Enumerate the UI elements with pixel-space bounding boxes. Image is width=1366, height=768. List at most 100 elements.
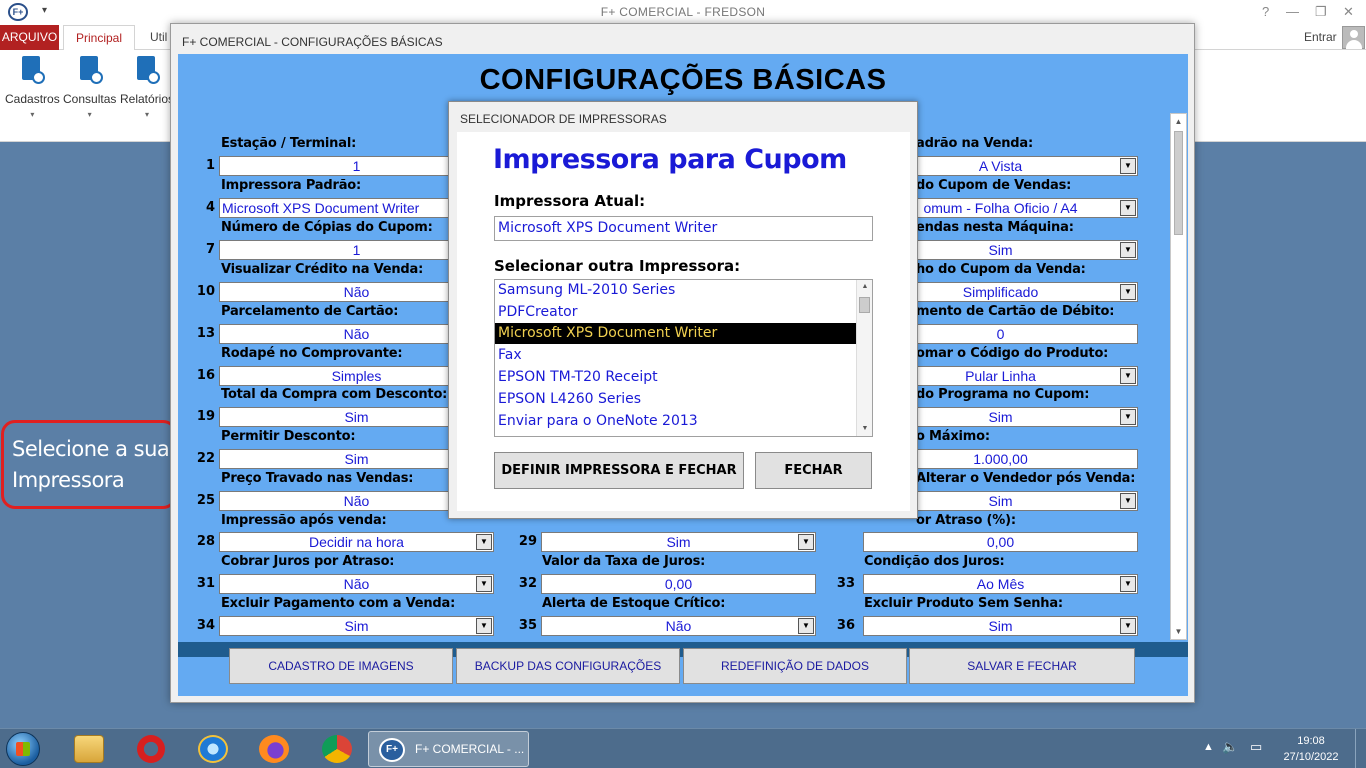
charge-interest-select[interactable]: Não ▼: [219, 574, 494, 594]
chrome-icon[interactable]: [322, 735, 352, 763]
dropdown-arrow-icon[interactable]: ▼: [1120, 158, 1136, 174]
scroll-thumb[interactable]: [1174, 131, 1183, 235]
dropdown-arrow-icon[interactable]: ▼: [1120, 368, 1136, 384]
field-label: Condição dos Juros:: [864, 554, 1005, 569]
list-item-selected[interactable]: Microsoft XPS Document Writer: [495, 323, 856, 344]
save-close-button[interactable]: SALVAR E FECHAR: [909, 648, 1135, 684]
dropdown-arrow-icon[interactable]: ▼: [476, 534, 492, 550]
scroll-up-icon[interactable]: ▲: [857, 280, 872, 294]
callout-line-1: Selecione a sua: [12, 437, 170, 461]
opera-icon[interactable]: [137, 735, 165, 763]
dropdown-arrow-icon[interactable]: ▼: [798, 534, 814, 550]
dropdown-arrow-icon[interactable]: ▼: [1120, 576, 1136, 592]
reset-data-button[interactable]: REDEFINIÇÃO DE DADOS: [683, 648, 907, 684]
field-number: 35: [518, 618, 537, 633]
close-button[interactable]: ✕: [1343, 4, 1354, 20]
interest-condition-select[interactable]: Ao Mês ▼: [863, 574, 1138, 594]
define-printer-button[interactable]: DEFINIR IMPRESSORA E FECHAR: [494, 452, 744, 489]
delete-product-select[interactable]: Sim ▼: [863, 616, 1138, 636]
minimize-button[interactable]: —: [1286, 4, 1299, 19]
cadastros-button[interactable]: Cadastros ▾: [5, 56, 60, 119]
consultas-label: Consultas: [63, 92, 117, 106]
volume-icon[interactable]: 🔈: [1222, 739, 1238, 755]
field-label: Cobrar Juros por Atraso:: [221, 554, 395, 569]
dropdown-arrow-icon[interactable]: ▼: [798, 618, 814, 634]
scroll-down-icon[interactable]: ▼: [857, 422, 872, 436]
scroll-down-icon[interactable]: ▼: [1171, 624, 1186, 639]
field-label: Total da Compra com Desconto:: [221, 387, 448, 402]
printer-list[interactable]: Samsung ML-2010 Series PDFCreator Micros…: [494, 279, 873, 437]
receipt-size-value: Simplificado: [962, 284, 1039, 300]
critical-stock-alert-select[interactable]: Não ▼: [541, 616, 816, 636]
start-button[interactable]: [6, 732, 40, 766]
select-printer-callout: Selecione a sua Impressora: [1, 420, 177, 509]
sign-in-link[interactable]: Entrar: [1304, 30, 1337, 44]
late-fee-input[interactable]: 0,00: [863, 532, 1138, 552]
field-29-select[interactable]: Sim ▼: [541, 532, 816, 552]
close-button[interactable]: FECHAR: [755, 452, 872, 489]
taskbar-app-button[interactable]: F+ F+ COMERCIAL - ...: [368, 731, 529, 767]
consultas-button[interactable]: Consultas ▾: [63, 56, 116, 119]
field-number: 19: [196, 409, 215, 424]
network-icon[interactable]: ▭: [1250, 739, 1262, 755]
field-number: 25: [196, 493, 215, 508]
scroll-thumb[interactable]: [859, 297, 870, 313]
dropdown-arrow-icon[interactable]: ▼: [1120, 242, 1136, 258]
field-label: do Cupom de Vendas:: [916, 178, 1072, 193]
list-item[interactable]: Samsung ML-2010 Series: [495, 280, 856, 301]
dropdown-arrow-icon[interactable]: ▼: [1120, 284, 1136, 300]
dropdown-arrow-icon[interactable]: ▼: [1120, 493, 1136, 509]
list-item[interactable]: PDFCreator: [495, 302, 856, 323]
config-scrollbar[interactable]: ▲ ▼: [1170, 113, 1187, 640]
avatar[interactable]: [1342, 26, 1365, 49]
internet-explorer-icon[interactable]: [198, 735, 228, 763]
field-label: Preço Travado nas Vendas:: [221, 471, 414, 486]
relatorios-button[interactable]: Relatórios ▾: [120, 56, 174, 119]
file-explorer-icon[interactable]: [74, 735, 104, 763]
receipt-type-value: omum - Folha Oficio / A4: [923, 200, 1078, 216]
dropdown-arrow-icon[interactable]: ▼: [1120, 200, 1136, 216]
images-button[interactable]: CADASTRO DE IMAGENS: [229, 648, 453, 684]
dropdown-arrow-icon[interactable]: ▼: [476, 618, 492, 634]
field-number: 10: [196, 284, 215, 299]
list-item[interactable]: Fax: [495, 345, 856, 366]
callout-line-2: Impressora: [12, 468, 125, 492]
dropdown-arrow-icon[interactable]: ▼: [1120, 618, 1136, 634]
list-item[interactable]: EPSON TM-T20 Receipt: [495, 367, 856, 388]
field-number: 22: [196, 451, 215, 466]
list-item[interactable]: EPSON L4260 Series: [495, 389, 856, 410]
tab-arquivo[interactable]: ARQUIVO: [0, 25, 59, 50]
field-number: 32: [518, 576, 537, 591]
tab-util[interactable]: Util: [150, 30, 167, 44]
scroll-up-icon[interactable]: ▲: [1171, 114, 1186, 129]
dropdown-arrow-icon[interactable]: ▼: [1120, 409, 1136, 425]
field-number: 13: [196, 326, 215, 341]
firefox-icon[interactable]: [259, 735, 289, 763]
restore-button[interactable]: ❐: [1315, 4, 1327, 20]
delete-payment-select[interactable]: Sim ▼: [219, 616, 494, 636]
field-label: or Atraso (%):: [916, 513, 1016, 528]
clock-date: 27/10/2022: [1283, 751, 1339, 763]
tray-expand-icon[interactable]: ▲: [1203, 741, 1214, 753]
document-search-icon: [77, 56, 103, 88]
field-number: 7: [205, 242, 215, 257]
field-label: Visualizar Crédito na Venda:: [221, 262, 424, 277]
field-label: Impressora Padrão:: [221, 178, 362, 193]
delete-product-value: Sim: [988, 618, 1013, 634]
dropdown-arrow-icon[interactable]: ▼: [476, 576, 492, 592]
backup-button[interactable]: BACKUP DAS CONFIGURAÇÕES: [456, 648, 680, 684]
field-label: mento de Cartão de Débito:: [916, 304, 1115, 319]
taskbar: F+ F+ COMERCIAL - ... ▲ 🔈 ▭ 19:08 27/10/…: [0, 728, 1366, 768]
interest-rate-input[interactable]: 0,00: [541, 574, 816, 594]
field-label: adrão na Venda:: [916, 136, 1033, 151]
field-label: Impressão após venda:: [221, 513, 387, 528]
clock[interactable]: 19:08 27/10/2022: [1280, 733, 1342, 765]
help-icon[interactable]: ?: [1262, 4, 1269, 19]
print-after-sale-select[interactable]: Decidir na hora ▼: [219, 532, 494, 552]
tab-principal[interactable]: Principal: [63, 25, 135, 51]
field-label: do Programa no Cupom:: [916, 387, 1090, 402]
list-item[interactable]: Enviar para o OneNote 2013: [495, 411, 856, 432]
current-printer-field[interactable]: Microsoft XPS Document Writer: [494, 216, 873, 241]
show-desktop-button[interactable]: [1355, 729, 1366, 768]
printer-list-scrollbar[interactable]: ▲ ▼: [856, 280, 872, 436]
